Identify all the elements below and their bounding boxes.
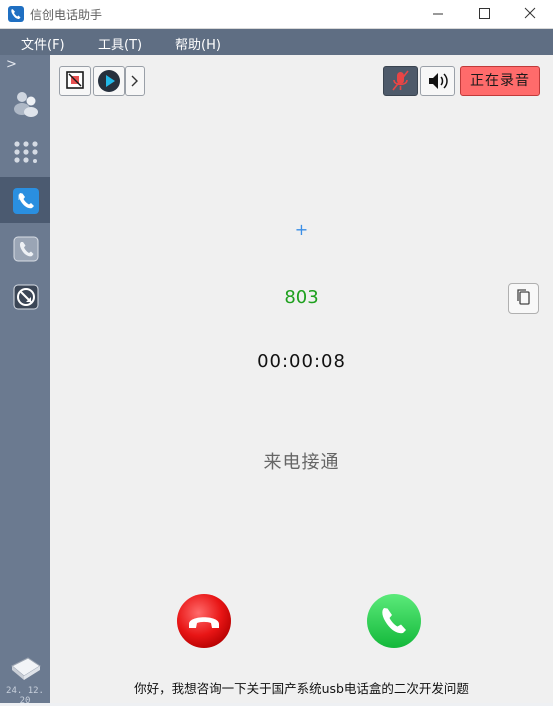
- caller-number: 803: [284, 287, 319, 308]
- country-prefix: +: [294, 220, 309, 239]
- phone-app-icon: [8, 6, 24, 22]
- no-record-button[interactable]: [59, 66, 91, 96]
- contacts-icon: [14, 92, 38, 117]
- sidebar-item-contacts[interactable]: [0, 79, 50, 125]
- caller-message: 你好，我想咨询一下关于国产系统usb电话盒的二次开发问题: [134, 681, 469, 696]
- chevron-right-icon: [131, 75, 138, 87]
- copy-number-button[interactable]: [508, 283, 539, 314]
- minimize-button[interactable]: [415, 0, 461, 28]
- sidebar-item-dialpad[interactable]: [0, 129, 50, 175]
- window-title: 信创电话助手: [30, 8, 103, 22]
- play-icon: [98, 70, 120, 92]
- phone-device-icon: [11, 657, 41, 680]
- call-panel: 正在录音 + 803 00:00:08 来电接通 你好，我想咨询一下关于国产系统…: [50, 55, 553, 703]
- call-duration: 00:00:08: [257, 351, 346, 372]
- play-button[interactable]: [93, 66, 125, 96]
- speaker-icon: [429, 73, 448, 89]
- title-bar: 信创电话助手: [0, 0, 553, 29]
- hangup-button[interactable]: [176, 593, 232, 649]
- transfer-icon: [13, 284, 39, 310]
- svg-text:h: h: [18, 194, 22, 202]
- answer-icon: [367, 594, 421, 648]
- call-status: 来电接通: [263, 452, 340, 473]
- mic-muted-icon: [392, 70, 409, 91]
- close-icon: [524, 7, 536, 19]
- sidebar-item-active-call[interactable]: h: [0, 177, 50, 223]
- date-label: 24. 12. 20: [6, 686, 44, 706]
- more-tools-button[interactable]: [125, 66, 145, 96]
- expand-chevron-icon[interactable]: >: [6, 57, 17, 72]
- sidebar: > h 24. 12. 20: [0, 55, 50, 706]
- maximize-icon: [479, 8, 490, 19]
- sidebar-item-call-log[interactable]: [0, 225, 50, 271]
- call-log-icon: [13, 236, 39, 262]
- recording-status-button[interactable]: 正在录音: [460, 66, 540, 96]
- minimize-icon: [433, 13, 443, 15]
- answer-button[interactable]: [366, 593, 422, 649]
- close-button[interactable]: [507, 0, 553, 28]
- hangup-icon: [177, 594, 231, 648]
- menu-help[interactable]: 帮助(H): [175, 34, 221, 53]
- menu-file[interactable]: 文件(F): [21, 34, 65, 53]
- sidebar-item-transfer[interactable]: [0, 273, 50, 319]
- mute-mic-button[interactable]: [383, 66, 418, 96]
- menu-tools[interactable]: 工具(T): [98, 34, 142, 53]
- no-record-icon: [66, 71, 84, 89]
- speaker-button[interactable]: [420, 66, 455, 96]
- dialpad-icon: [14, 141, 38, 163]
- active-call-icon: h: [13, 188, 39, 214]
- maximize-button[interactable]: [461, 0, 507, 28]
- menu-bar: 文件(F) 工具(T) 帮助(H): [0, 29, 553, 55]
- copy-icon: [517, 289, 530, 305]
